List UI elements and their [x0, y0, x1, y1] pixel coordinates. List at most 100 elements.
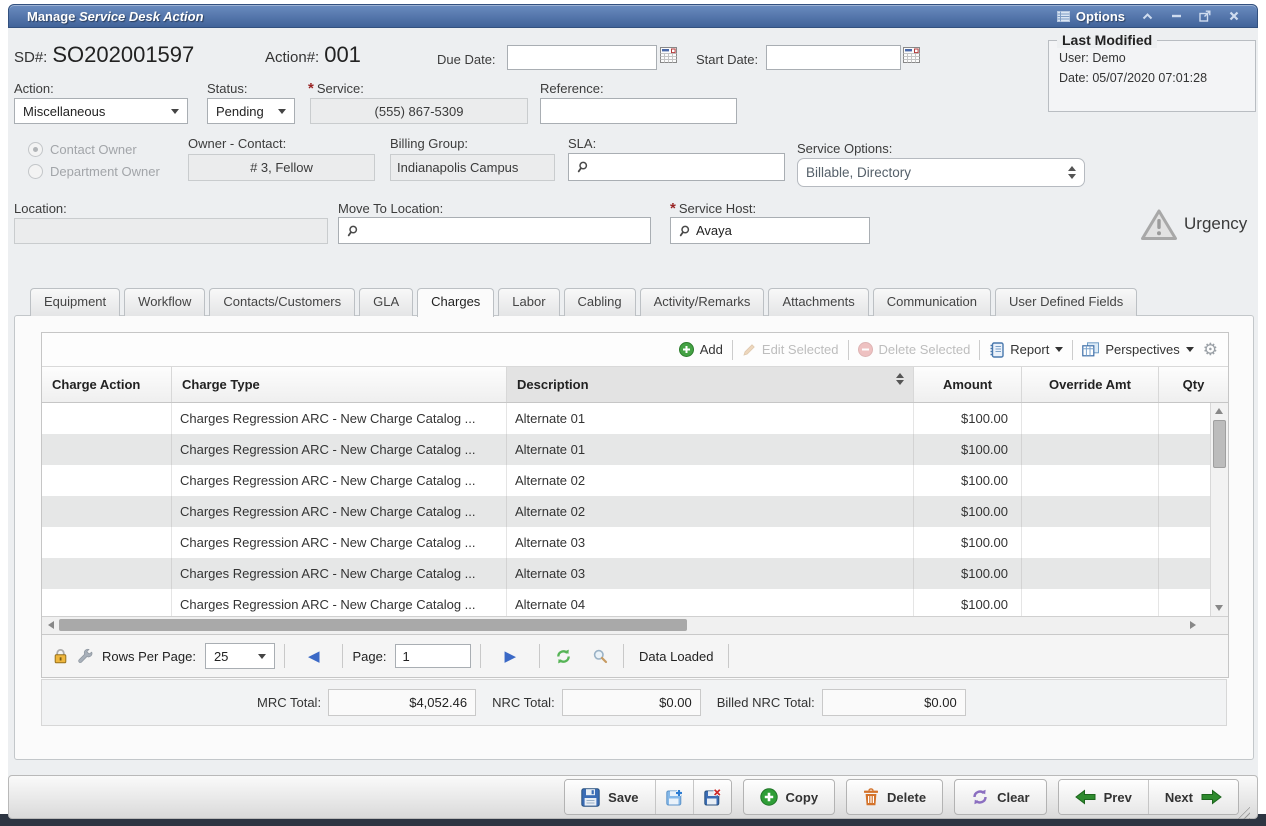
horizontal-scrollbar-thumb[interactable]: [59, 619, 687, 631]
service-host-search-input[interactable]: Avaya: [670, 217, 870, 244]
tab-charges[interactable]: Charges: [417, 288, 494, 317]
table-row[interactable]: Charges Regression ARC - New Charge Cata…: [42, 558, 1228, 589]
tab-user-defined-fields[interactable]: User Defined Fields: [995, 288, 1137, 316]
save-button[interactable]: Save: [565, 780, 654, 814]
scroll-right-arrow-icon[interactable]: [1190, 621, 1196, 629]
service-options-select[interactable]: Billable, Directory: [797, 158, 1085, 187]
grid-header-row: Charge Action Charge Type Description Am…: [42, 366, 1228, 403]
table-row[interactable]: Charges Regression ARC - New Charge Cata…: [42, 496, 1228, 527]
column-header-qty[interactable]: Qty: [1159, 367, 1228, 402]
trash-icon: [863, 788, 879, 806]
popout-button[interactable]: [1198, 9, 1212, 23]
delete-selected-button[interactable]: Delete Selected: [858, 342, 971, 357]
table-row[interactable]: Charges Regression ARC - New Charge Cata…: [42, 403, 1228, 434]
table-row[interactable]: Charges Regression ARC - New Charge Cata…: [42, 527, 1228, 558]
chevron-down-icon: [258, 654, 266, 659]
department-owner-radio[interactable]: Department Owner: [28, 164, 160, 179]
charge-type-cell: Charges Regression ARC - New Charge Cata…: [172, 496, 507, 527]
clear-button[interactable]: Clear: [954, 779, 1047, 815]
delete-button[interactable]: Delete: [846, 779, 943, 815]
description-cell: Alternate 01: [507, 403, 914, 434]
contact-owner-radio[interactable]: Contact Owner: [28, 142, 160, 157]
scroll-down-arrow-icon[interactable]: [1215, 605, 1223, 611]
start-date-calendar-icon[interactable]: [903, 47, 920, 63]
service-options-label: Service Options:: [797, 141, 892, 156]
column-header-charge-type[interactable]: Charge Type: [172, 367, 507, 402]
tab-gla[interactable]: GLA: [359, 288, 413, 316]
next-button[interactable]: Next: [1148, 780, 1238, 814]
service-field: (555) 867-5309: [310, 98, 528, 124]
due-date-input[interactable]: [507, 45, 657, 70]
scroll-up-arrow-icon[interactable]: [1215, 408, 1223, 414]
column-header-override-amt[interactable]: Override Amt: [1022, 367, 1159, 402]
location-label: Location:: [14, 201, 67, 216]
billed-nrc-total-field: $0.00: [822, 689, 966, 716]
reference-input[interactable]: [540, 98, 737, 124]
column-header-description[interactable]: Description: [507, 367, 914, 402]
sla-search-input[interactable]: [568, 153, 785, 181]
last-modified-title: Last Modified: [1057, 32, 1157, 48]
mrc-total-field: $4,052.46: [328, 689, 476, 716]
description-cell: Alternate 01: [507, 434, 914, 465]
vertical-scrollbar-thumb[interactable]: [1213, 420, 1226, 468]
page-prev-button[interactable]: ◀: [294, 649, 334, 664]
save-close-button[interactable]: [693, 780, 731, 814]
tab-bar: Equipment Workflow Contacts/Customers GL…: [30, 288, 1137, 317]
collapse-button[interactable]: [1140, 9, 1154, 23]
last-modified-user: User: Demo: [1059, 51, 1245, 65]
reference-label: Reference:: [540, 81, 604, 96]
tab-contacts-customers[interactable]: Contacts/Customers: [209, 288, 355, 316]
tab-equipment[interactable]: Equipment: [30, 288, 120, 316]
column-header-amount[interactable]: Amount: [914, 367, 1022, 402]
table-row[interactable]: Charges Regression ARC - New Charge Cata…: [42, 465, 1228, 496]
edit-selected-button[interactable]: Edit Selected: [742, 342, 839, 357]
prev-button[interactable]: Prev: [1059, 780, 1148, 814]
perspectives-button[interactable]: Perspectives: [1082, 342, 1193, 357]
minimize-button[interactable]: [1169, 9, 1183, 23]
copy-button[interactable]: Copy: [743, 779, 836, 815]
action-select[interactable]: Miscellaneous: [14, 98, 188, 124]
close-button[interactable]: [1227, 9, 1241, 23]
page-next-button[interactable]: ▶: [490, 649, 530, 664]
page-input[interactable]: [395, 644, 471, 668]
tab-cabling[interactable]: Cabling: [564, 288, 636, 316]
refresh-button[interactable]: [549, 648, 578, 665]
options-button[interactable]: Options: [1057, 9, 1125, 24]
scroll-left-arrow-icon[interactable]: [48, 621, 54, 629]
search-button[interactable]: [587, 649, 614, 664]
description-cell: Alternate 02: [507, 465, 914, 496]
tab-activity-remarks[interactable]: Activity/Remarks: [640, 288, 765, 316]
table-row[interactable]: Charges Regression ARC - New Charge Cata…: [42, 589, 1228, 616]
save-add-button[interactable]: [655, 780, 693, 814]
rows-per-page-select[interactable]: 25: [205, 643, 275, 669]
save-close-floppy-icon: [704, 789, 721, 806]
status-select[interactable]: Pending: [207, 98, 295, 124]
grid-settings-button[interactable]: ⚙: [1203, 340, 1218, 360]
window-title: Manage Service Desk Action: [27, 9, 204, 24]
report-notebook-icon: [989, 342, 1004, 358]
vertical-scrollbar[interactable]: [1210, 403, 1228, 616]
add-button[interactable]: Add: [679, 342, 723, 357]
pencil-icon: [742, 343, 756, 357]
tab-communication[interactable]: Communication: [873, 288, 991, 316]
report-button[interactable]: Report: [989, 342, 1063, 358]
urgency-warning-icon[interactable]: [1140, 208, 1178, 241]
due-date-calendar-icon[interactable]: [660, 47, 677, 63]
wrench-icon[interactable]: [77, 648, 93, 664]
horizontal-scrollbar[interactable]: [42, 616, 1228, 634]
grid-status-text: Data Loaded: [633, 649, 719, 664]
move-to-location-search-input[interactable]: [338, 217, 651, 244]
tab-attachments[interactable]: Attachments: [768, 288, 868, 316]
tab-labor[interactable]: Labor: [498, 288, 559, 316]
column-header-charge-action[interactable]: Charge Action: [42, 367, 172, 402]
rows-per-page-label: Rows Per Page:: [102, 649, 196, 664]
department-owner-label: Department Owner: [50, 164, 160, 179]
start-date-input[interactable]: [766, 45, 901, 70]
lock-icon[interactable]: [53, 648, 68, 664]
save-button-group: Save: [564, 779, 731, 815]
charge-type-cell: Charges Regression ARC - New Charge Cata…: [172, 403, 507, 434]
amount-cell: $100.00: [914, 589, 1022, 616]
tab-workflow[interactable]: Workflow: [124, 288, 205, 316]
table-row[interactable]: Charges Regression ARC - New Charge Cata…: [42, 434, 1228, 465]
last-modified-date: Date: 05/07/2020 07:01:28: [1059, 71, 1245, 85]
